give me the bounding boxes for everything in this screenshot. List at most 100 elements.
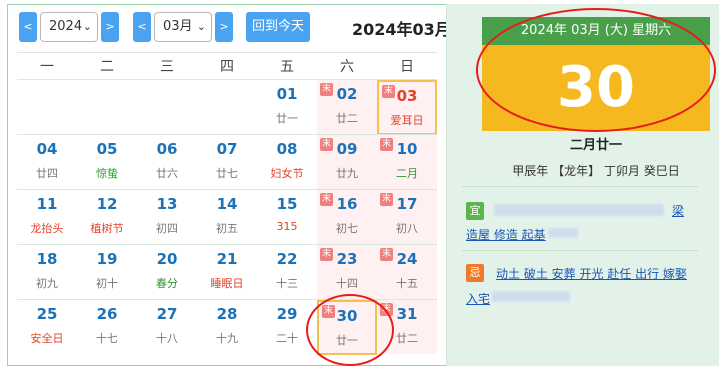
day-cell[interactable]: 01 廿一: [257, 80, 317, 135]
day-cell[interactable]: 末 03 爱耳日: [377, 80, 437, 135]
day-number: 25: [36, 305, 58, 323]
weekday-label: 二: [100, 59, 114, 75]
day-number: 21: [216, 250, 238, 268]
day-cell[interactable]: 末 23 十四: [317, 245, 377, 300]
lunar-label: 十八: [156, 332, 178, 345]
month-select-value: 03月: [163, 19, 193, 34]
lunar-label: 初七: [336, 222, 358, 235]
day-cell[interactable]: 末 02 廿二: [317, 80, 377, 135]
blurred-text: [494, 204, 664, 216]
selected-date-header: 2024年 03月 (大) 星期六: [482, 17, 710, 45]
lunar-label: 廿九: [336, 167, 358, 180]
day-number: 23: [336, 250, 358, 268]
weekday-label: 四: [220, 59, 234, 75]
year-select[interactable]: 2024 ⌄: [40, 12, 98, 42]
day-cell[interactable]: 08 妇女节: [257, 135, 317, 190]
day-cell[interactable]: 末 17 初八: [377, 190, 437, 245]
day-cell[interactable]: 15 315: [257, 190, 317, 245]
lunar-label: 廿六: [156, 167, 178, 180]
day-number: 09: [336, 140, 358, 158]
lunar-label: 龙抬头: [30, 222, 64, 235]
day-cell[interactable]: 06 廿六: [137, 135, 197, 190]
day-cell[interactable]: 末 10 二月: [377, 135, 437, 190]
day-cell[interactable]: 22 十三: [257, 245, 317, 300]
lunar-label: 初八: [396, 222, 418, 235]
next-month-button[interactable]: >: [215, 12, 233, 42]
day-cell[interactable]: 末 24 十五: [377, 245, 437, 300]
day-cell[interactable]: 12 植树节: [77, 190, 137, 245]
lunar-label: 安全日: [30, 332, 64, 345]
blurred-text: [492, 291, 570, 302]
weekday-label: 五: [280, 59, 294, 75]
weekday-header: 一二三四五六日: [17, 52, 437, 78]
day-cell[interactable]: 28 十九: [197, 300, 257, 355]
day-number: 16: [336, 195, 358, 213]
day-number: 10: [396, 140, 418, 158]
yi-activity-link[interactable]: 梁: [672, 202, 684, 219]
day-cell[interactable]: 19 初十: [77, 245, 137, 300]
lunar-label: 315: [276, 220, 298, 233]
ji-activity-link[interactable]: 入宅: [466, 290, 490, 307]
month-select[interactable]: 03月 ⌄: [154, 12, 212, 42]
day-cell[interactable]: 26 十七: [77, 300, 137, 355]
day-number: 08: [276, 140, 298, 158]
prev-year-button[interactable]: <: [19, 12, 37, 42]
day-cell[interactable]: 14 初五: [197, 190, 257, 245]
day-number: 17: [396, 195, 418, 213]
day-number: 18: [36, 250, 58, 268]
weekday-label: 三: [160, 59, 174, 75]
day-cell[interactable]: 29 二十: [257, 300, 317, 355]
day-number: 29: [276, 305, 298, 323]
lunar-label: 廿一: [276, 112, 298, 125]
day-cell[interactable]: 末 16 初七: [317, 190, 377, 245]
lunar-label: 廿七: [216, 167, 238, 180]
lunar-label: 十九: [216, 332, 238, 345]
day-cell[interactable]: 11 龙抬头: [17, 190, 77, 245]
day-number: 14: [216, 195, 238, 213]
year-select-value: 2024: [49, 19, 83, 34]
lunar-label: 植树节: [90, 222, 124, 235]
day-cell[interactable]: 末 30 廿一: [317, 300, 377, 355]
weekday-label: 日: [400, 59, 414, 75]
yi-activity-link[interactable]: 造屋 修造 起基: [466, 226, 546, 243]
day-cell[interactable]: 25 安全日: [17, 300, 77, 355]
day-cell[interactable]: 末 31 廿二: [377, 300, 437, 355]
day-number: 01: [276, 85, 298, 103]
lunar-label: 妇女节: [270, 167, 304, 180]
lunar-label: 二十: [276, 332, 298, 345]
day-number: 04: [36, 140, 58, 158]
day-cell[interactable]: 21 睡眠日: [197, 245, 257, 300]
day-cell[interactable]: 20 春分: [137, 245, 197, 300]
day-cell[interactable]: 04 廿四: [17, 135, 77, 190]
day-number: 05: [96, 140, 118, 158]
lunar-label: 十七: [96, 332, 118, 345]
lunar-label: 廿四: [36, 167, 58, 180]
blurred-text: [548, 228, 578, 238]
day-number: 11: [36, 195, 58, 213]
lunar-label: 初十: [96, 277, 118, 290]
day-cell[interactable]: 末 09 廿九: [317, 135, 377, 190]
day-number: 02: [336, 85, 358, 103]
day-number: 12: [96, 195, 118, 213]
ji-badge: 忌: [466, 264, 484, 282]
lunar-label: 初四: [156, 222, 178, 235]
chevron-down-icon: ⌄: [82, 20, 92, 33]
lunar-label: 廿一: [336, 334, 358, 347]
day-cell[interactable]: 13 初四: [137, 190, 197, 245]
day-cell[interactable]: 18 初九: [17, 245, 77, 300]
next-year-button[interactable]: >: [101, 12, 119, 42]
divider: [17, 52, 437, 53]
back-to-today-button[interactable]: 回到今天: [246, 12, 310, 42]
day-cell[interactable]: 05 惊蛰: [77, 135, 137, 190]
weekday-label: 六: [340, 59, 354, 75]
day-cell[interactable]: 07 廿七: [197, 135, 257, 190]
day-number: 15: [276, 195, 298, 213]
selected-day-number: 30: [482, 45, 710, 131]
day-cell[interactable]: 27 十八: [137, 300, 197, 355]
calendar-title: 2024年03月: [352, 20, 451, 39]
ji-activity-link[interactable]: 动土 破土 安葬 开光 赴任 出行 嫁娶: [496, 265, 687, 282]
prev-month-button[interactable]: <: [133, 12, 151, 42]
day-number: 26: [96, 305, 118, 323]
day-number: 22: [276, 250, 298, 268]
day-number: 03: [396, 87, 418, 105]
